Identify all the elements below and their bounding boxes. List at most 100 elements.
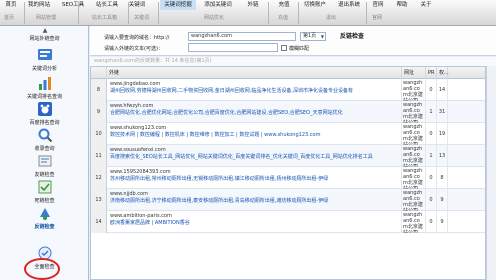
- baidu-icon: [36, 100, 54, 118]
- pr-value: 0: [426, 167, 437, 189]
- link-title: 济南移动厕所出租,济宁移动厕所出租,泰安移动厕所出租,青岛移动厕所出租,潍坊移动…: [110, 198, 329, 204]
- row-number: 14: [91, 211, 107, 233]
- page-select[interactable]: 第1页 ▼: [300, 32, 326, 41]
- weight-value: 8: [437, 167, 448, 189]
- extra-cell: [448, 101, 485, 123]
- extra-cell: [448, 79, 485, 101]
- sidebar-item-label: 友链检查: [34, 172, 55, 178]
- anchor-text-label: 请输入外链的文本(可选)：: [104, 46, 163, 52]
- target-site: wangzhan6.com北京建站公司: [402, 79, 426, 101]
- target-site: wangzhan6.com北京建站公司: [402, 211, 426, 233]
- sidebar-item-label: 关键词分析: [31, 66, 57, 72]
- table-row[interactable]: 11 www.sousuofenxi.com 百度搜索优化_SEO站长工具_网站…: [91, 145, 485, 167]
- link-title: 欧洲香薰家居品牌 | AMBITION香谷: [110, 220, 190, 226]
- target-site: wangzhan6.com北京建站公司: [402, 189, 426, 211]
- index-icon: [36, 126, 54, 144]
- target-site: wangzhan6.com北京建站公司: [402, 101, 426, 123]
- sidebar-item-label: 死链检查: [34, 198, 55, 204]
- row-number: 12: [91, 167, 107, 189]
- link-url[interactable]: www.shukong123.com: [110, 125, 398, 132]
- backlink-check-button[interactable]: 反链检查: [340, 31, 364, 40]
- link-url[interactable]: www.jingdebao.com: [110, 81, 398, 88]
- table-row[interactable]: 8 www.jingdebao.com 湖州回收网,劳德得湖州回收网,二手物资回…: [91, 79, 485, 101]
- tab-my-sites[interactable]: 我的网站: [24, 0, 54, 10]
- pr-value: 1: [426, 145, 437, 167]
- domain-input[interactable]: wangzhan6.com: [188, 32, 296, 41]
- pr-value: 0: [426, 123, 437, 145]
- tab-about[interactable]: 关于: [416, 0, 436, 10]
- link-title: 湖州回收网,劳德得湖州回收网,二手物资回收网,金日湖州回收网,临品净化生活设备,…: [110, 88, 353, 94]
- target-site: wangzhan6.com北京建站公司: [402, 123, 426, 145]
- table-row[interactable]: 9 www.hfwzyh.com 合肥网站优化,合肥优化网站,合肥优化公司,合肥…: [91, 101, 485, 123]
- tab-external-links[interactable]: 外链: [242, 0, 264, 10]
- tab-recharge[interactable]: 充值: [274, 0, 294, 10]
- table-row[interactable]: 13 www.njjdb.com 济南移动厕所出租,济宁移动厕所出租,泰安移动厕…: [91, 189, 485, 211]
- weight-value: 14: [437, 79, 448, 101]
- header-weight[interactable]: 权...: [437, 67, 449, 79]
- external-link-cell: www.sousuofenxi.com 百度搜索优化_SEO站长工具_网站优化_…: [107, 145, 402, 167]
- weight-value: 31: [437, 101, 448, 123]
- weight-value: 13: [437, 145, 448, 167]
- sidebar-item-keyword-ranking[interactable]: 关键词排名查询: [0, 74, 89, 100]
- sidebar-item-friend-link-check[interactable]: 友链检查: [0, 152, 89, 178]
- header-url[interactable]: 网址: [402, 67, 426, 79]
- tab-keyword-mining[interactable]: 关键词挖掘: [160, 0, 196, 10]
- group-label-home: 首页: [4, 15, 15, 21]
- link-url[interactable]: www.sousuofenxi.com: [110, 147, 398, 154]
- header-external-link[interactable]: 外链: [107, 67, 402, 79]
- tab-keyword[interactable]: 关键词: [126, 0, 148, 10]
- tab-official-site[interactable]: 官网: [368, 0, 388, 10]
- weight-value: 19: [437, 123, 448, 145]
- sidebar-item-external-link-query[interactable]: 网站外链查询: [0, 34, 89, 42]
- pr-value: 0: [426, 189, 437, 211]
- main-toolbar: 首页 我的网站 SEO工具 站长工具 关键词 关键词挖掘 添加关键词 外链 充值…: [0, 0, 496, 26]
- sidebar-item-index-query[interactable]: 收录查询: [0, 126, 89, 152]
- group-label-exit: 退出: [326, 15, 337, 21]
- group-label-official: 官网: [372, 15, 383, 21]
- tab-add-keyword[interactable]: 添加关键词: [200, 0, 236, 10]
- sidebar: ▲ 网站外链查询 关键词分析 关键词排名查询 百度排名查询 收录查询 友链检查: [0, 26, 89, 280]
- group-label-site-optimization: 网站优化: [204, 15, 225, 21]
- sidebar-item-label: 关键词排名查询: [26, 94, 62, 100]
- tab-seo-tools[interactable]: SEO工具: [58, 0, 88, 10]
- header-extra[interactable]: [448, 67, 485, 79]
- target-site: wangzhan6.com北京建站公司: [402, 145, 426, 167]
- toolbar-separator: [158, 2, 159, 24]
- chevron-down-icon: ▼: [320, 34, 324, 39]
- weight-value: 9: [437, 189, 448, 211]
- table-scrollbar[interactable]: [486, 66, 496, 280]
- link-url[interactable]: www.15952084393.com: [110, 169, 398, 176]
- extra-cell: [448, 123, 485, 145]
- header-pr[interactable]: PR: [426, 67, 437, 79]
- toolbar-separator: [78, 2, 79, 24]
- header-index[interactable]: [91, 67, 107, 79]
- link-url[interactable]: www.njjdb.com: [110, 191, 398, 198]
- tab-webmaster-tools[interactable]: 站长工具: [92, 0, 122, 10]
- sidebar-item-dead-link-check[interactable]: 死链检查: [0, 178, 89, 204]
- table-row[interactable]: 14 www.ambition-paris.com 欧洲香薰家居品牌 | AMB…: [91, 211, 485, 233]
- dead-link-icon: [36, 178, 54, 196]
- link-url[interactable]: www.hfwzyh.com: [110, 103, 398, 110]
- tab-switch-account[interactable]: 切换账户: [300, 0, 330, 10]
- sidebar-item-baidu-ranking[interactable]: 百度排名查询: [0, 100, 89, 126]
- anchor-text-input[interactable]: [188, 43, 278, 52]
- link-url[interactable]: www.ambition-paris.com: [110, 213, 398, 220]
- table-row[interactable]: 10 www.shukong123.com 数控技术网 | 数控编程 | 数控机…: [91, 123, 485, 145]
- external-link-cell: www.njjdb.com 济南移动厕所出租,济宁移动厕所出租,泰安移动厕所出租…: [107, 189, 402, 211]
- sidebar-item-keyword-analysis[interactable]: 关键词分析: [0, 46, 89, 72]
- fuzzy-match-checkbox[interactable]: [281, 44, 287, 51]
- link-title: 数控技术网 | 数控编程 | 数控机床 | 数控维修 | 数控加工 | 数控试题…: [110, 132, 321, 138]
- sidebar-item-label: 反链检查: [34, 224, 55, 230]
- sidebar-item-backlink-check[interactable]: 反链检查: [0, 204, 89, 230]
- tab-help[interactable]: 帮助: [392, 0, 412, 10]
- pr-value: 0: [426, 79, 437, 101]
- extra-cell: [448, 189, 485, 211]
- tab-home[interactable]: 首页: [0, 0, 22, 10]
- toolbar-separator: [268, 2, 269, 24]
- tab-exit-system[interactable]: 退出系统: [334, 0, 364, 10]
- table-row[interactable]: 12 www.15952084393.com 苏州移动厕所出租,常州移动厕所出租…: [91, 167, 485, 189]
- link-title: 百度搜索优化_SEO站长工具_网站优化_网站关键词优化_百度关键词排名_优化关键…: [110, 154, 373, 160]
- backlink-icon: [36, 204, 54, 222]
- page-select-value: 第1页: [303, 33, 317, 39]
- row-number: 8: [91, 79, 107, 101]
